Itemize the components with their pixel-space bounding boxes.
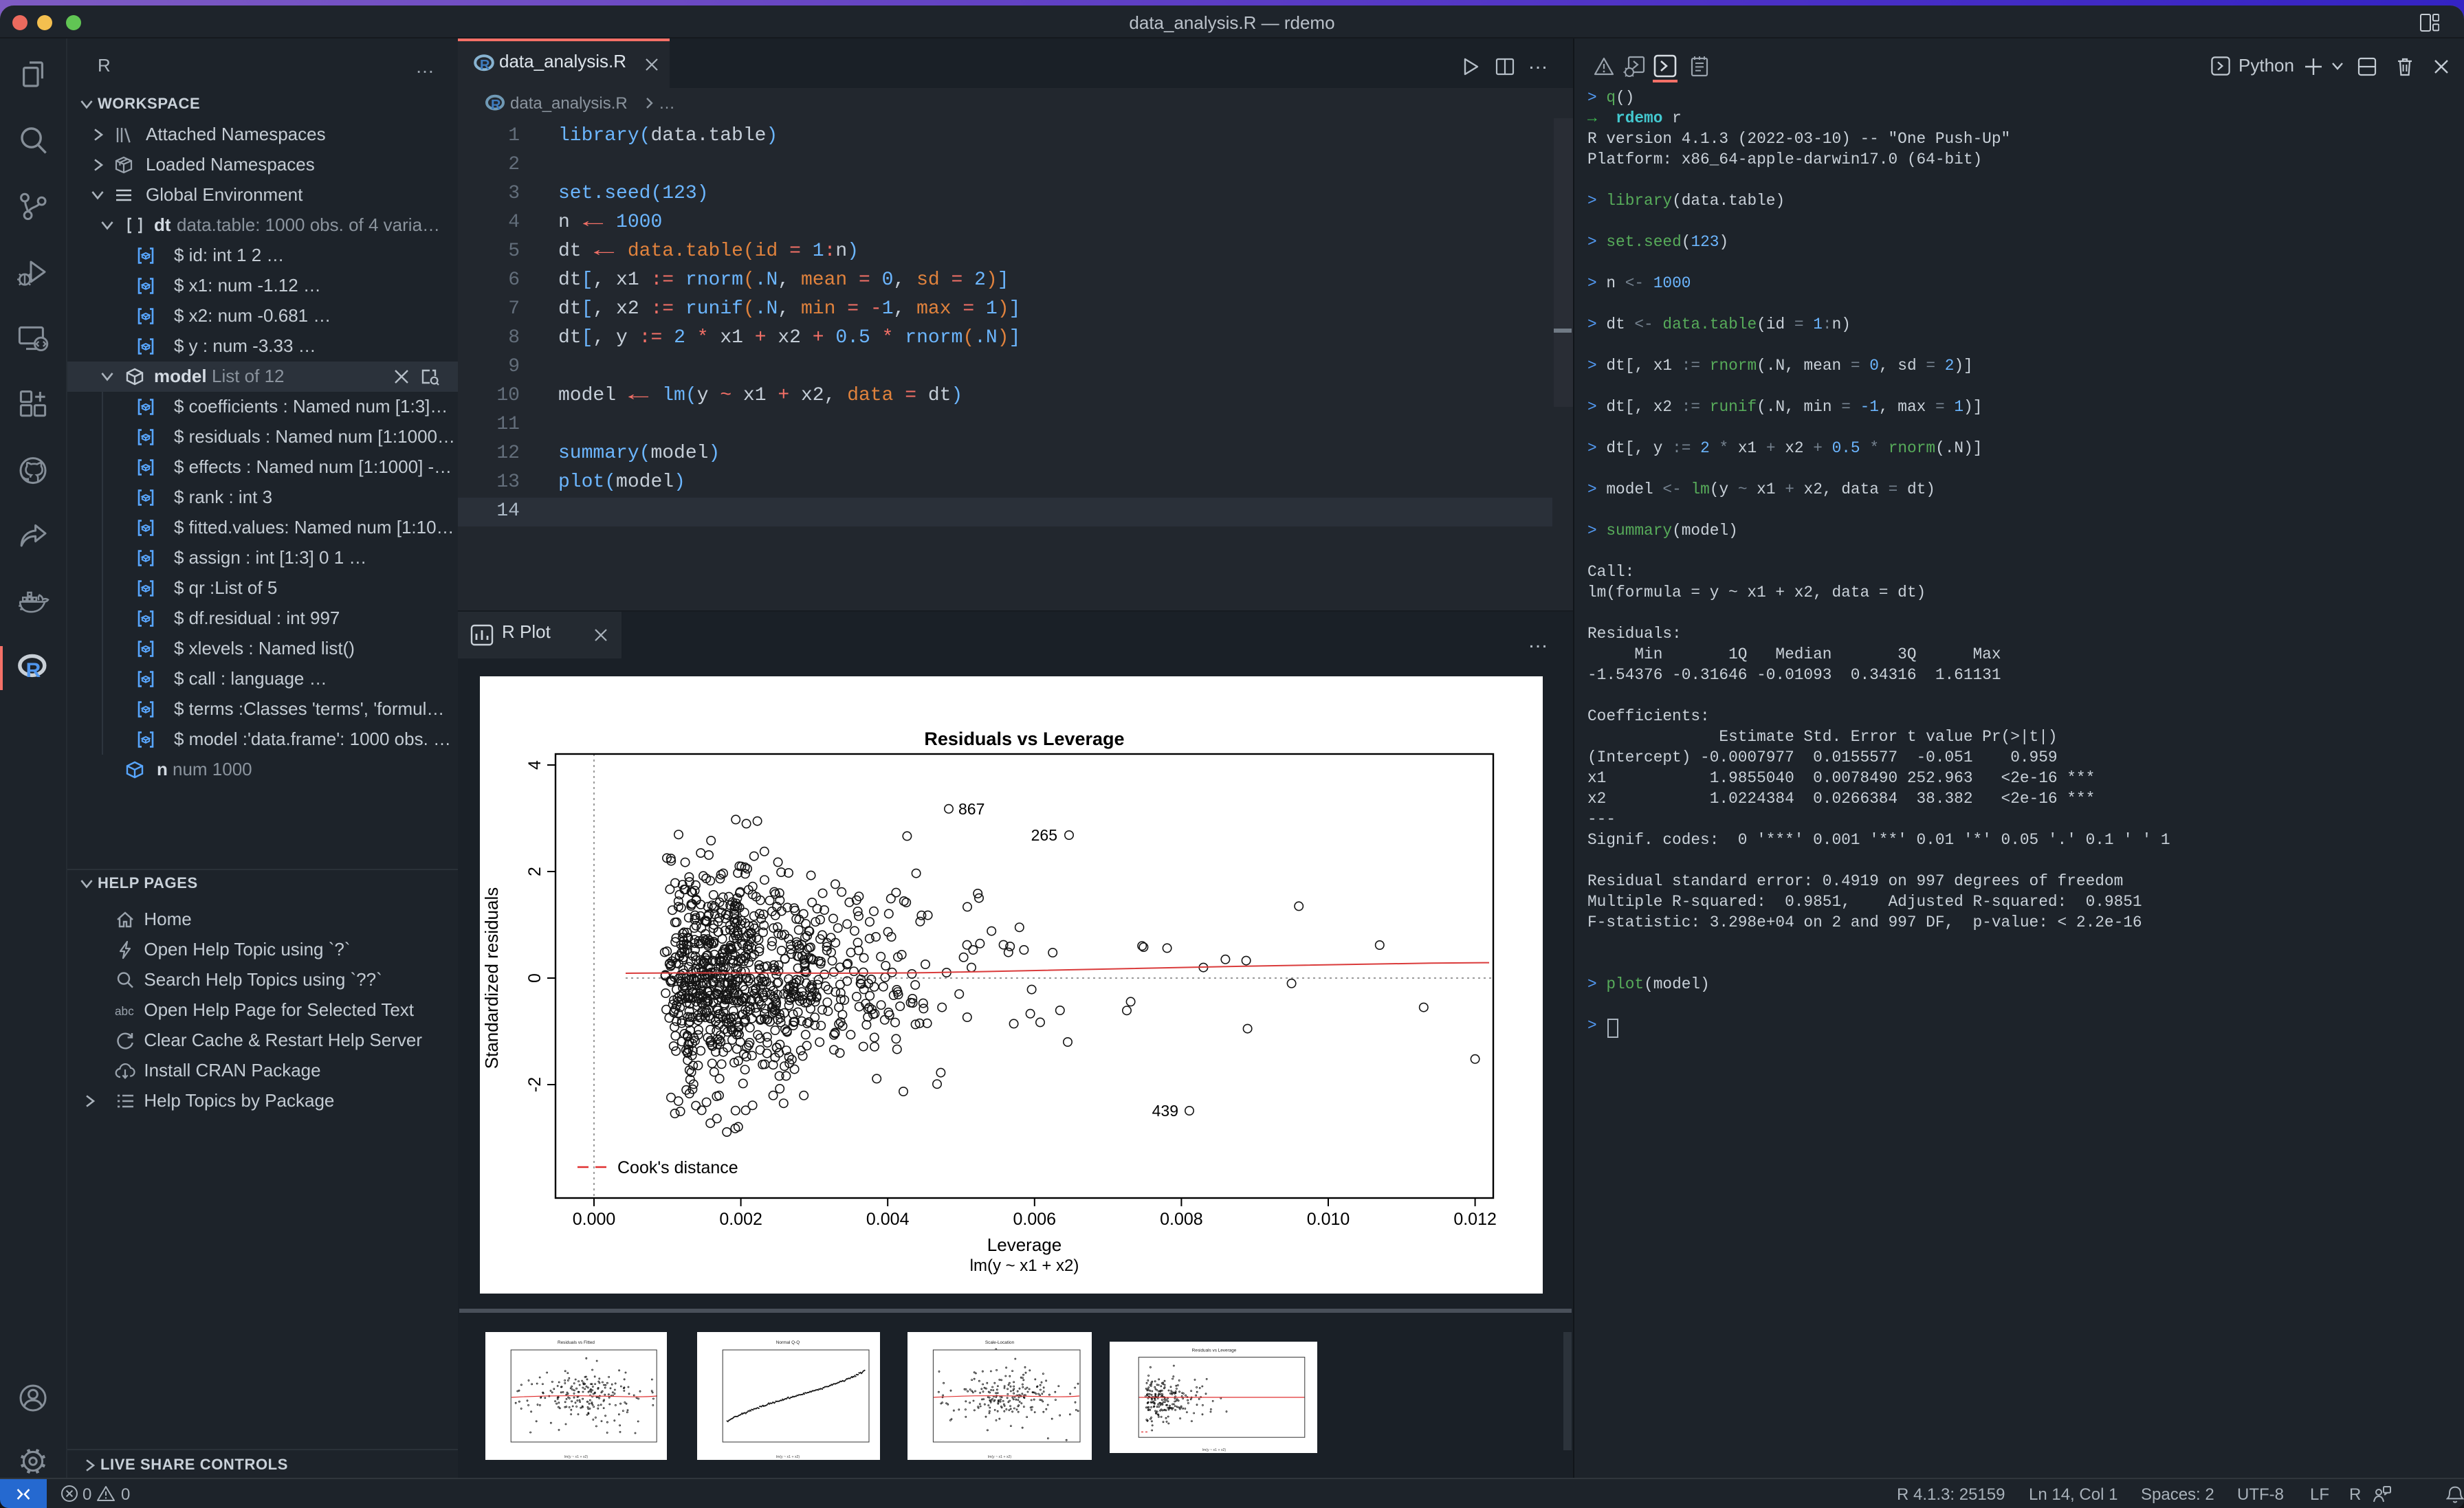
- svg-text:0.000: 0.000: [573, 1210, 616, 1229]
- svg-text:0: 0: [525, 973, 544, 983]
- svg-text:lm(y ~ x1 + x2): lm(y ~ x1 + x2): [988, 1455, 1012, 1459]
- svg-text:Normal Q-Q: Normal Q-Q: [776, 1340, 800, 1345]
- svg-text:abc: abc: [115, 1004, 134, 1018]
- svg-text:2: 2: [525, 867, 544, 876]
- svg-text:Leverage: Leverage: [987, 1234, 1062, 1255]
- svg-text:R: R: [491, 97, 501, 112]
- svg-text:R: R: [26, 659, 41, 682]
- svg-text:439: 439: [1152, 1102, 1178, 1120]
- svg-text:0.008: 0.008: [1160, 1210, 1203, 1229]
- svg-text:Residuals vs Leverage: Residuals vs Leverage: [924, 729, 1124, 749]
- svg-text:lm(y ~ x1 + x2): lm(y ~ x1 + x2): [564, 1455, 588, 1459]
- svg-text:R: R: [480, 58, 490, 73]
- svg-text:0.004: 0.004: [866, 1210, 910, 1229]
- svg-text:0.010: 0.010: [1307, 1210, 1350, 1229]
- svg-text:Cook's distance: Cook's distance: [617, 1158, 738, 1177]
- svg-text:Residuals vs Fitted: Residuals vs Fitted: [557, 1340, 594, 1345]
- svg-text:0.002: 0.002: [719, 1210, 762, 1229]
- svg-text:Scale-Location: Scale-Location: [985, 1340, 1015, 1345]
- svg-text:0.012: 0.012: [1453, 1210, 1497, 1229]
- svg-text:265: 265: [1031, 826, 1057, 844]
- svg-text:lm(y ~ x1 + x2): lm(y ~ x1 + x2): [776, 1455, 800, 1459]
- svg-text:Standardized residuals: Standardized residuals: [481, 887, 502, 1069]
- svg-text:867: 867: [958, 800, 984, 818]
- svg-text:-2: -2: [525, 1077, 544, 1092]
- svg-text:lm(y ~ x1 + x2): lm(y ~ x1 + x2): [970, 1256, 1079, 1275]
- svg-text:4: 4: [525, 760, 544, 770]
- svg-text:0.006: 0.006: [1013, 1210, 1057, 1229]
- svg-text:Residuals vs Leverage: Residuals vs Leverage: [1192, 1349, 1237, 1353]
- svg-text:lm(y ~ x1 + x2): lm(y ~ x1 + x2): [1202, 1448, 1226, 1452]
